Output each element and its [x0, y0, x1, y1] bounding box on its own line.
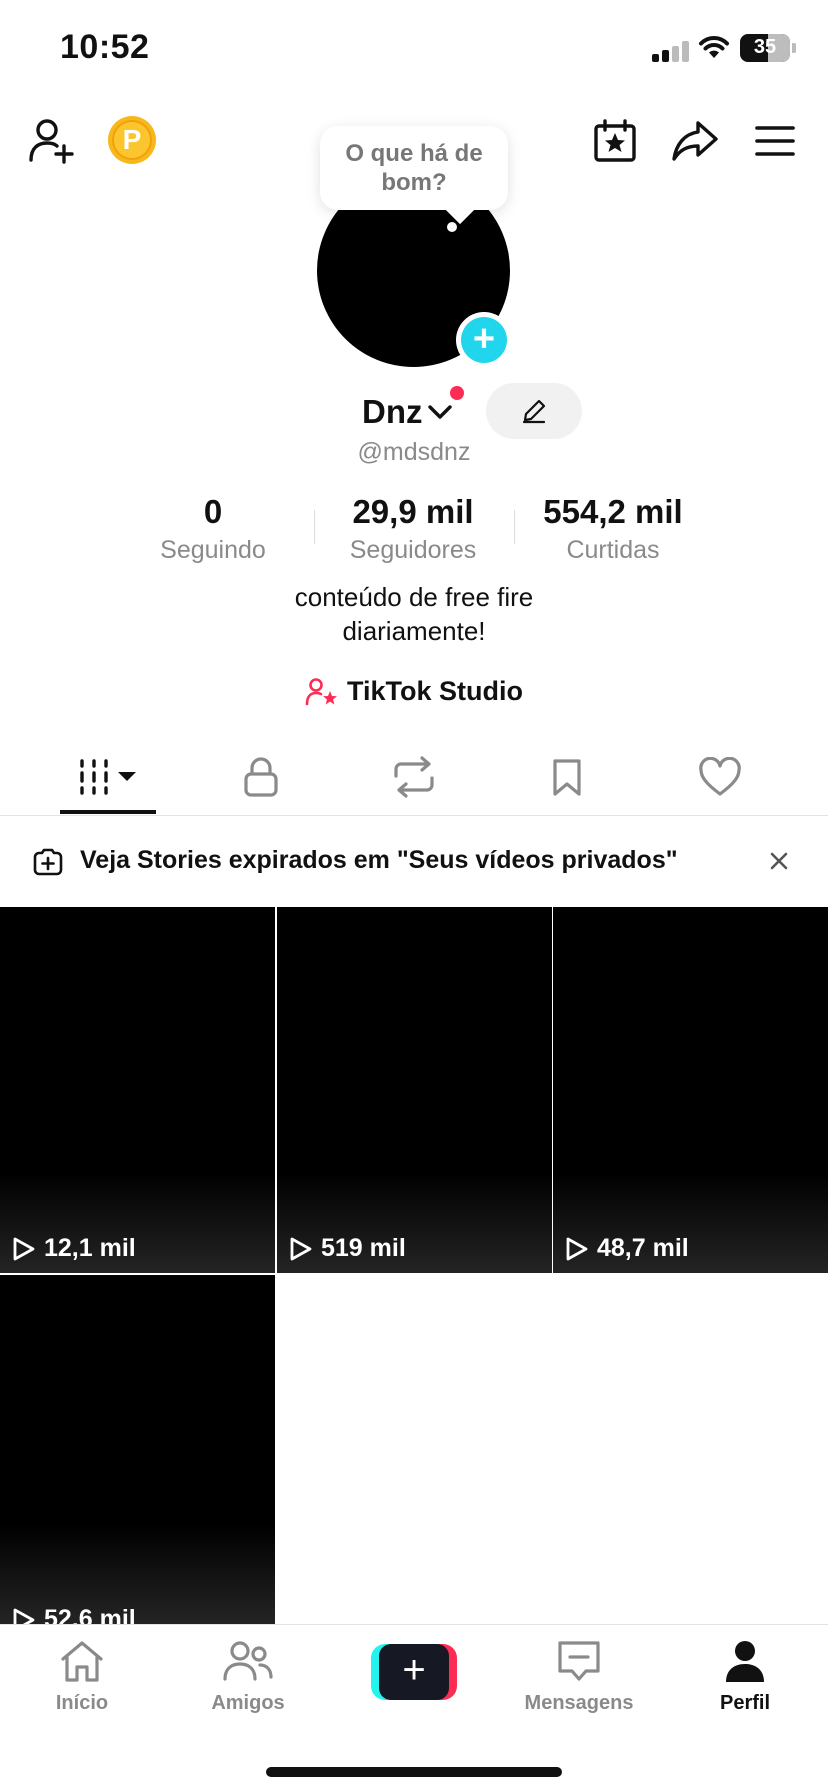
view-count: 48,7 mil	[565, 1234, 689, 1263]
home-icon	[61, 1641, 103, 1682]
video-thumbnail[interactable]: 52,6 mil	[0, 1275, 275, 1624]
profile-icon	[726, 1641, 764, 1682]
stat-followers[interactable]: 29,9 mil Seguidores	[313, 490, 513, 565]
repost-icon	[394, 756, 434, 798]
view-count: 12,1 mil	[12, 1234, 136, 1263]
heart-icon	[699, 757, 741, 796]
play-icon	[13, 1608, 35, 1624]
coin-letter: P	[112, 120, 152, 160]
battery-icon: 35	[740, 34, 790, 62]
pencil-icon	[522, 399, 546, 424]
profile-name: Dnz	[362, 393, 423, 430]
profile-handle: @mdsdnz	[357, 438, 471, 466]
share-profile-button[interactable]	[670, 116, 720, 166]
tab-reposts[interactable]	[364, 752, 464, 802]
tab-private[interactable]	[211, 752, 311, 802]
stat-value: 554,2 mil	[543, 493, 683, 530]
add-friend-button[interactable]	[26, 114, 80, 166]
cellular-signal-icon	[652, 40, 690, 62]
chevron-down-icon	[427, 405, 452, 419]
creator-star-icon	[305, 677, 337, 705]
home-indicator	[266, 1767, 562, 1777]
friends-icon	[223, 1641, 273, 1681]
close-icon[interactable]	[768, 850, 790, 872]
bio-line: diariamente!	[342, 616, 486, 646]
nav-home[interactable]: Início	[22, 1639, 142, 1715]
status-tooltip[interactable]: O que há de bom?	[320, 126, 508, 210]
play-icon	[13, 1237, 35, 1260]
nav-messages-label: Mensagens	[524, 1692, 634, 1714]
view-count: 52,6 mil	[12, 1605, 136, 1624]
stat-label: Seguindo	[160, 536, 266, 564]
profile-tabs	[0, 738, 828, 816]
wifi-icon	[699, 36, 729, 58]
profile-stats: 0 Seguindo 29,9 mil Seguidores 554,2 mil…	[0, 490, 828, 565]
notification-dot	[450, 386, 464, 400]
video-thumbnail[interactable]: 519 mil	[277, 907, 552, 1273]
add-story-button[interactable]: +	[456, 312, 512, 368]
view-count-text: 48,7 mil	[597, 1234, 689, 1262]
message-icon	[558, 1641, 600, 1681]
stories-banner[interactable]: Veja Stories expirados em "Seus vídeos p…	[0, 816, 828, 906]
profile-name-switcher[interactable]: Dnz	[362, 390, 453, 434]
nav-friends-label: Amigos	[211, 1692, 285, 1714]
nav-friends[interactable]: Amigos	[188, 1639, 308, 1715]
create-button[interactable]: +	[371, 1644, 457, 1700]
stat-value: 0	[203, 493, 223, 530]
edit-profile-button[interactable]	[486, 383, 582, 439]
share-icon	[672, 121, 718, 161]
tab-favorites[interactable]	[517, 752, 617, 802]
status-time: 10:52	[60, 28, 150, 66]
tab-videos[interactable]	[58, 752, 158, 802]
stat-label: Curtidas	[566, 536, 660, 564]
stat-label: Seguidores	[349, 536, 477, 564]
menu-button[interactable]	[752, 118, 798, 164]
banner-text: Veja Stories expirados em "Seus vídeos p…	[80, 846, 678, 874]
tiktok-studio-link[interactable]: TikTok Studio	[0, 676, 828, 707]
play-icon	[290, 1237, 312, 1260]
lock-icon	[244, 757, 278, 797]
active-tab-indicator	[60, 810, 156, 814]
videos-grid-icon	[80, 759, 136, 795]
bottom-nav: Início Amigos + Mensagens Perfil	[0, 1624, 828, 1792]
add-user-icon	[29, 119, 74, 164]
view-count-text: 519 mil	[321, 1234, 406, 1262]
nav-profile[interactable]: Perfil	[685, 1639, 805, 1715]
nav-messages[interactable]: Mensagens	[519, 1639, 639, 1715]
coin-button[interactable]: P	[108, 116, 156, 164]
play-icon	[566, 1237, 588, 1260]
calendar-star-button[interactable]	[590, 116, 640, 166]
battery-level: 35	[753, 36, 777, 58]
bio-line: conteúdo de free fire	[294, 582, 534, 612]
add-story-icon	[33, 848, 63, 876]
plus-icon: +	[379, 1644, 449, 1700]
view-count-text: 52,6 mil	[44, 1605, 136, 1624]
stat-following[interactable]: 0 Seguindo	[113, 490, 313, 565]
video-thumbnail[interactable]: 48,7 mil	[553, 907, 828, 1273]
stat-value: 29,9 mil	[352, 493, 474, 530]
plus-icon: +	[461, 317, 507, 363]
video-thumbnail[interactable]: 12,1 mil	[0, 907, 275, 1273]
nav-profile-label: Perfil	[719, 1692, 771, 1714]
nav-home-label: Início	[55, 1692, 109, 1714]
status-bar: 10:52 35	[0, 0, 828, 100]
tiktok-studio-label: TikTok Studio	[346, 676, 523, 706]
hamburger-menu-icon	[755, 126, 795, 156]
profile-bio: conteúdo de free fire diariamente!	[0, 580, 828, 648]
calendar-star-icon	[594, 119, 636, 162]
view-count-text: 12,1 mil	[44, 1234, 136, 1262]
bookmark-icon	[553, 759, 581, 796]
view-count: 519 mil	[289, 1234, 406, 1263]
stat-likes[interactable]: 554,2 mil Curtidas	[513, 490, 713, 565]
tab-liked[interactable]	[670, 752, 770, 802]
